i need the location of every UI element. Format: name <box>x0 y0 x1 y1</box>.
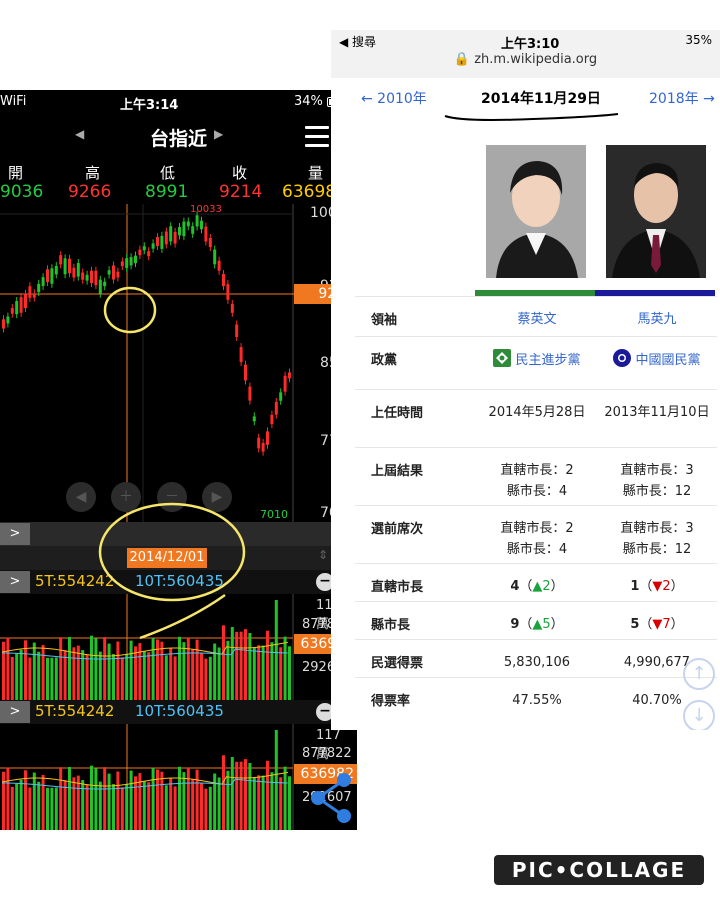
url-text: zh.m.wikipedia.org <box>474 52 598 67</box>
battery-percent: 35% <box>685 33 712 47</box>
seat-result-cell: 9（▲5） <box>477 601 597 640</box>
collage-canvas: WiFi 上午3:14 34% ◀ 台指近 ▶ 開 9036 高 9266 低 8991 收… <box>0 0 720 901</box>
election-infobox-table: 領袖 蔡英文 馬英九政黨 民主進步黨 中國國民黨上任時間 2014年5月28日 2013年1… <box>355 296 717 716</box>
cell-text: 4,990,677 <box>623 655 691 670</box>
cell-text: 5,830,106 <box>503 655 571 670</box>
seat-result-cell: 1（▼2） <box>597 563 717 602</box>
infobox-link[interactable]: 中國國民黨 <box>597 336 717 390</box>
cell-text: 直轄市長：2 縣市長：4 <box>500 463 574 499</box>
infobox-value: 5,830,106 <box>477 639 597 678</box>
seat-result-cell: 4（▲2） <box>477 563 597 602</box>
row-label: 上任時間 <box>355 389 477 448</box>
row-label: 領袖 <box>355 296 477 337</box>
hand-drawn-underline <box>444 113 619 121</box>
kmt-logo-icon <box>613 349 632 367</box>
infobox-value: 直轄市長：2 縣市長：4 <box>477 505 597 564</box>
infobox-value: 2013年11月10日 <box>597 389 717 448</box>
seat-change: ▼2 <box>652 579 671 594</box>
infobox-row: 得票率 47.55% 40.70% <box>355 677 717 716</box>
cell-text: 蔡英文 <box>517 312 557 327</box>
cell-text: 40.70% <box>632 693 682 708</box>
row-label: 直轄市長 <box>355 563 477 602</box>
cell-text: 2014年5月28日 <box>488 405 586 420</box>
cell-text: 馬英九 <box>637 312 677 327</box>
next-election-link[interactable]: 2018年 → <box>649 88 715 108</box>
infobox-row: 直轄市長 4（▲2） 1（▼2） <box>355 563 717 602</box>
infobox-row: 上任時間 2014年5月28日 2013年11月10日 <box>355 389 717 448</box>
infobox-value: 47.55% <box>477 677 597 716</box>
infobox-link[interactable]: 蔡英文 <box>477 296 597 337</box>
seat-count: 5 <box>630 617 640 632</box>
seat-count: 1 <box>630 579 640 594</box>
status-time: 上午3:10 <box>501 37 560 52</box>
infobox-row: 領袖 蔡英文 馬英九 <box>355 296 717 337</box>
seat-result-cell: 5（▼7） <box>597 601 717 640</box>
infobox-link[interactable]: 馬英九 <box>597 296 717 337</box>
infobox-row: 政黨 民主進步黨 中國國民黨 <box>355 336 717 390</box>
seat-change: ▲5 <box>532 617 551 632</box>
infobox-row: 上屆結果 直轄市長：2 縣市長：4 直轄市長：3 縣市長：12 <box>355 447 717 506</box>
browser-status-bar: ◀ 搜尋 上午3:10 35% 🔒 zh.m.wikipedia.org <box>331 30 720 78</box>
row-label: 選前席次 <box>355 505 477 564</box>
row-label: 上屆結果 <box>355 447 477 506</box>
infobox-value: 2014年5月28日 <box>477 389 597 448</box>
portrait-tsai-ing-wen <box>486 145 586 278</box>
cell-text: 中國國民黨 <box>635 353 701 368</box>
stock-app-screenshot: WiFi 上午3:14 34% ◀ 台指近 ▶ 開 9036 高 9266 低 8991 收… <box>0 90 357 830</box>
row-label: 政黨 <box>355 336 477 390</box>
cell-text: 2013年11月10日 <box>604 405 710 420</box>
dpp-logo-icon <box>493 349 512 367</box>
infobox-row: 縣市長 9（▲5） 5（▼7） <box>355 601 717 640</box>
prev-election-link[interactable]: ← 2010年 <box>361 88 427 108</box>
infobox-value: 直轄市長：3 縣市長：12 <box>597 447 717 506</box>
scroll-down-icon[interactable]: ↓ <box>683 700 715 730</box>
scroll-up-icon[interactable]: ↑ <box>683 658 715 690</box>
seat-count: 4 <box>510 579 520 594</box>
row-label: 民選得票 <box>355 639 477 678</box>
infobox-value: 直轄市長：2 縣市長：4 <box>477 447 597 506</box>
infobox-link[interactable]: 民主進步黨 <box>477 336 597 390</box>
seat-count: 9 <box>510 617 520 632</box>
yellow-annotation-scribble <box>98 286 246 640</box>
cell-text: 民主進步黨 <box>515 353 581 368</box>
row-label: 縣市長 <box>355 601 477 640</box>
seat-change: ▲2 <box>532 579 551 594</box>
infobox-row: 選前席次 直轄市長：2 縣市長：4 直轄市長：3 縣市長：12 <box>355 505 717 564</box>
seat-change: ▼7 <box>652 617 671 632</box>
cell-text: 47.55% <box>512 693 562 708</box>
back-to-search[interactable]: ◀ 搜尋 <box>339 33 376 50</box>
row-label: 得票率 <box>355 677 477 716</box>
portrait-ma-ying-jeou <box>606 145 706 278</box>
infobox-value: 直轄市長：3 縣市長：12 <box>597 505 717 564</box>
infobox-row: 民選得票 5,830,106 4,990,677 <box>355 639 717 678</box>
cell-text: 直轄市長：2 縣市長：4 <box>500 521 574 557</box>
cell-text: 直轄市長：3 縣市長：12 <box>620 463 694 499</box>
wikipedia-screenshot: ◀ 搜尋 上午3:10 35% 🔒 zh.m.wikipedia.org ← 2… <box>331 30 720 730</box>
cell-text: 直轄市長：3 縣市長：12 <box>620 521 694 557</box>
address-bar[interactable]: 🔒 zh.m.wikipedia.org <box>331 52 720 67</box>
pic-collage-watermark: PIC•COLLAGE <box>494 855 704 885</box>
current-election-date: 2014年11月29日 <box>481 91 601 107</box>
